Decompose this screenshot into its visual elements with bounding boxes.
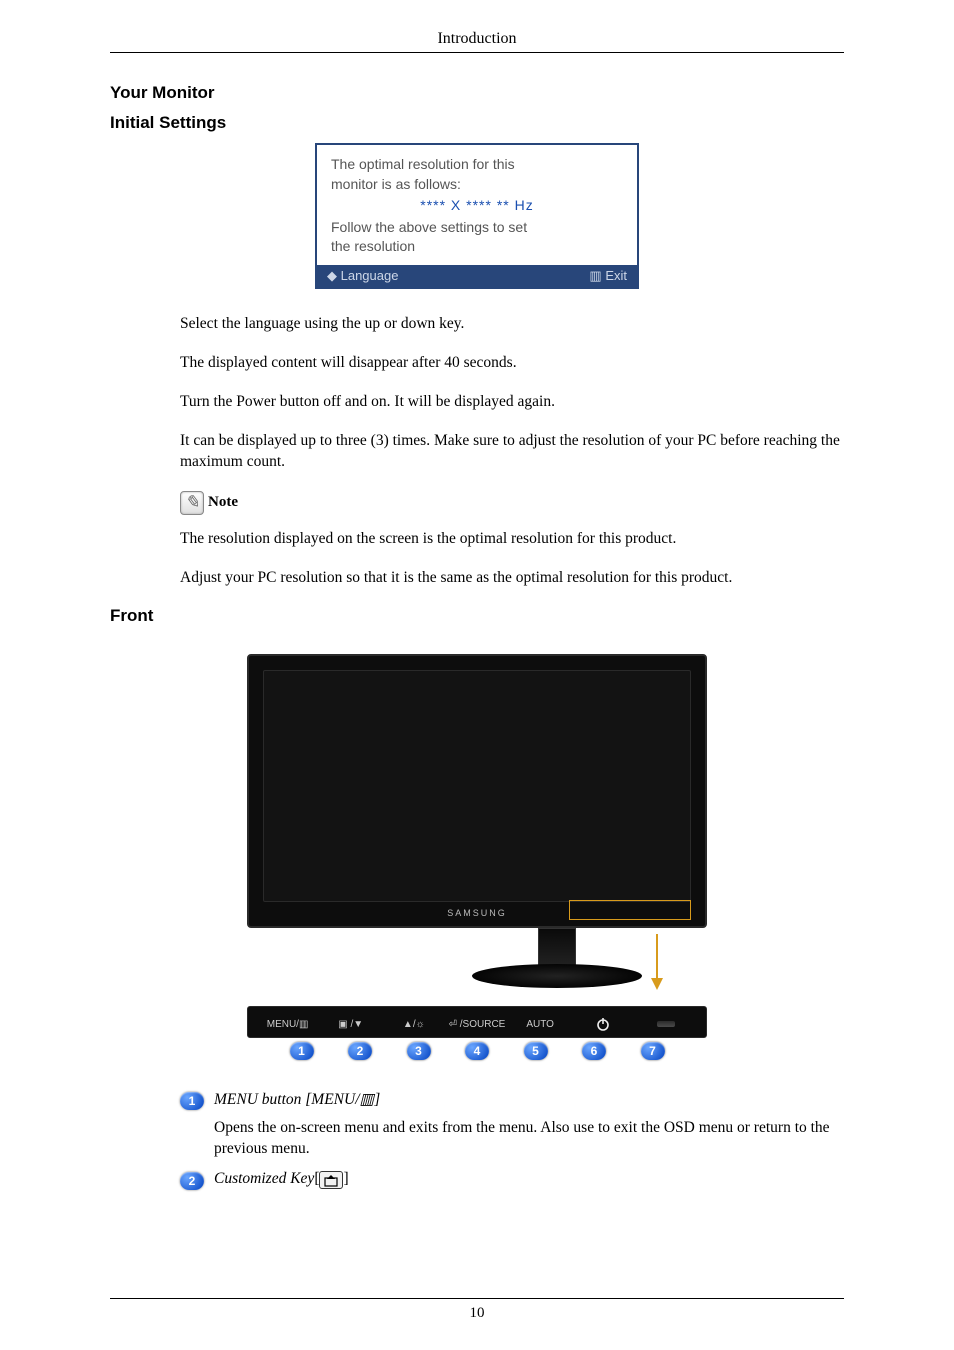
legend-title-menu-post: ] xyxy=(374,1091,380,1108)
monitor-stand-neck xyxy=(538,928,576,968)
osd-resolution-hz: **** X **** ** Hz xyxy=(331,196,623,216)
paragraph-adjust: Adjust your PC resolution so that it is … xyxy=(180,568,844,589)
paragraph-select-language: Select the language using the up or down… xyxy=(180,314,844,335)
callout-arrow-icon xyxy=(637,934,677,990)
legend-title-customkey: Customized Key xyxy=(214,1170,314,1187)
monitor-stand-base xyxy=(472,964,642,988)
page-number: 10 xyxy=(110,1298,844,1322)
callout-4: 4 xyxy=(465,1042,489,1060)
heading-front: Front xyxy=(110,606,844,626)
note-icon: ✎ xyxy=(180,491,204,515)
osd-footer-language: ◆ Language xyxy=(327,268,398,284)
legend-title-menu: MENU button [MENU/▥] xyxy=(214,1091,380,1108)
running-header: Introduction xyxy=(110,30,844,53)
legend-body-menu: Opens the on-screen menu and exits from … xyxy=(214,1118,844,1160)
monitor-screen xyxy=(263,670,691,902)
paragraph-power: Turn the Power button off and on. It wil… xyxy=(180,392,844,413)
legend-title-menu-pre: MENU button [MENU/ xyxy=(214,1091,360,1108)
custom-key-icon xyxy=(319,1171,343,1189)
btn-auto: AUTO xyxy=(509,1019,572,1030)
heading-your-monitor: Your Monitor xyxy=(110,83,844,103)
callout-7: 7 xyxy=(641,1042,665,1060)
heading-initial-settings: Initial Settings xyxy=(110,113,844,133)
btn-power xyxy=(572,1017,635,1031)
note-label: Note xyxy=(208,492,238,512)
osd-line3: Follow the above settings to set xyxy=(331,218,623,238)
button-bar: MENU/▥ ▣ /▼ ▲/☼ ⏎ /SOURCE AUTO xyxy=(247,1006,707,1038)
paragraph-disappear: The displayed content will disappear aft… xyxy=(180,353,844,374)
callout-3: 3 xyxy=(407,1042,431,1060)
osd-line4: the resolution xyxy=(331,237,623,257)
osd-line1: The optimal resolution for this xyxy=(331,155,623,175)
legend-bracket-close: ] xyxy=(343,1170,348,1187)
btn-source: ⏎ /SOURCE xyxy=(445,1019,508,1030)
callout-5: 5 xyxy=(524,1042,548,1060)
osd-glyph-icon: ▥ xyxy=(360,1091,375,1108)
paragraph-optimal: The resolution displayed on the screen i… xyxy=(180,529,844,550)
btn-up: ▲/☼ xyxy=(382,1019,445,1030)
legend-badge-1: 1 xyxy=(180,1092,204,1110)
btn-down: ▣ /▼ xyxy=(319,1019,382,1030)
callout-2: 2 xyxy=(348,1042,372,1060)
callout-1: 1 xyxy=(290,1042,314,1060)
btn-menu: MENU/▥ xyxy=(256,1019,319,1030)
button-zoom-highlight xyxy=(569,900,691,920)
monitor-illustration: SAMSUNG MENU/▥ ▣ /▼ ▲/☼ xyxy=(247,654,707,1060)
osd-footer-exit: ▥ Exit xyxy=(589,268,627,284)
btn-led xyxy=(635,1021,698,1027)
legend-badge-2: 2 xyxy=(180,1172,204,1190)
osd-dialog: The optimal resolution for this monitor … xyxy=(315,143,639,289)
paragraph-three-times: It can be displayed up to three (3) time… xyxy=(180,431,844,473)
osd-line2: monitor is as follows: xyxy=(331,175,623,195)
callout-6: 6 xyxy=(582,1042,606,1060)
